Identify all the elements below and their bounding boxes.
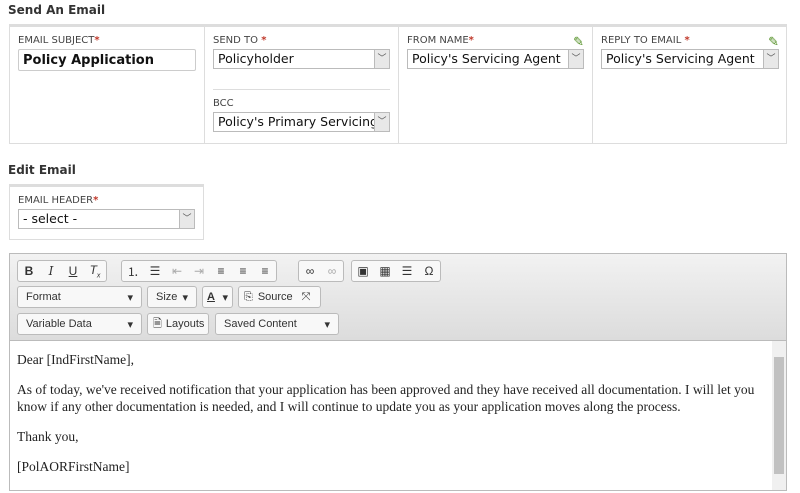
section-title: Edit Email <box>8 163 76 177</box>
layouts-label: Layouts <box>165 318 205 330</box>
required-mark: * <box>94 35 100 46</box>
email-body-editor[interactable]: Dear [IndFirstName], As of today, we've … <box>9 341 787 491</box>
subject-cell: EMAIL SUBJECT* Policy Application <box>10 27 205 143</box>
bcc-label: BCC <box>213 98 234 109</box>
format-dropdown[interactable]: Format ▾ <box>17 286 142 308</box>
underline-icon[interactable]: U <box>62 264 84 278</box>
body-paragraph: Thank you, <box>17 429 79 444</box>
indent-icon[interactable]: ⇥ <box>188 264 210 278</box>
bcc-select[interactable]: Policy's Primary Servicing Agent﹀ <box>213 112 390 132</box>
links-group: ∞ ∞ <box>298 260 344 282</box>
caret-down-icon: ▾ <box>182 291 188 304</box>
horizontal-line-icon[interactable]: ☰ <box>396 264 418 278</box>
email-header-label: EMAIL HEADER <box>18 195 94 206</box>
selected-value: Policyholder <box>218 51 294 66</box>
chevron-down-icon: ﹀ <box>763 50 778 68</box>
send-to-select[interactable]: Policyholder ﹀ <box>213 49 390 69</box>
reply-to-label: REPLY TO EMAIL <box>601 35 682 46</box>
body-paragraph: Dear [IndFirstName], <box>17 352 134 367</box>
chevron-down-icon: ﹀ <box>374 113 389 131</box>
format-label: Format <box>26 291 61 303</box>
basic-styles-group: B I U Tx <box>17 260 107 282</box>
saved-content-dropdown[interactable]: Saved Content ▾ <box>215 313 339 335</box>
selected-value: Policy's Primary Servicing Agent <box>218 114 389 129</box>
required-mark: * <box>468 35 474 46</box>
chevron-down-icon: ﹀ <box>374 50 389 68</box>
variable-data-label: Variable Data <box>26 318 92 330</box>
unlink-icon[interactable]: ∞ <box>321 264 343 278</box>
selected-value: Policy's Servicing Agent <box>606 51 755 66</box>
bold-icon[interactable]: B <box>18 264 40 278</box>
pencil-icon[interactable]: ✎ <box>573 35 584 50</box>
remove-format-icon[interactable]: Tx <box>84 263 106 279</box>
caret-down-icon: ▾ <box>324 318 330 331</box>
chevron-down-icon: ﹀ <box>568 50 583 68</box>
email-header-panel: EMAIL HEADER* - select - ﹀ <box>9 184 204 240</box>
editor-toolbar: B I U Tx ⒈ ☰ ⇤ ⇥ ≡ ≡ ≡ ∞ ∞ ▣ ▦ ☰ Ω Format ▾ Size ▾ A ▾ ⎘… <box>9 253 787 341</box>
outdent-icon[interactable]: ⇤ <box>166 264 188 278</box>
body-paragraph: [PolAORFirstName] <box>17 459 130 474</box>
email-subject-input[interactable]: Policy Application <box>18 49 196 71</box>
body-paragraph: As of today, we've received notification… <box>17 382 755 414</box>
text-color-icon: A <box>207 291 215 303</box>
variable-data-dropdown[interactable]: Variable Data ▾ <box>17 313 142 335</box>
pencil-icon[interactable]: ✎ <box>768 35 779 50</box>
required-mark: * <box>684 35 690 46</box>
image-icon[interactable]: ▣ <box>352 264 374 278</box>
required-mark: * <box>93 195 99 206</box>
paragraph-group: ⒈ ☰ ⇤ ⇥ ≡ ≡ ≡ <box>121 260 277 282</box>
special-char-icon[interactable]: Ω <box>418 264 440 278</box>
align-center-icon[interactable]: ≡ <box>232 264 254 278</box>
divider <box>213 89 390 90</box>
section-title: Send An Email <box>8 3 106 17</box>
align-left-icon[interactable]: ≡ <box>210 264 232 278</box>
source-icon[interactable]: ⎘ <box>244 291 253 304</box>
align-right-icon[interactable]: ≡ <box>254 264 276 278</box>
from-name-select[interactable]: Policy's Servicing Agent ﹀ <box>407 49 584 69</box>
caret-down-icon: ▾ <box>127 318 133 331</box>
reply-to-cell: REPLY TO EMAIL * ✎ Policy's Servicing Ag… <box>593 27 787 143</box>
numbered-list-icon[interactable]: ⒈ <box>122 263 144 280</box>
chevron-down-icon: ﹀ <box>179 210 194 228</box>
layouts-button[interactable]: 🗎 Layouts <box>147 313 209 335</box>
from-name-label: FROM NAME <box>407 35 469 46</box>
selected-value: Policy's Servicing Agent <box>412 51 561 66</box>
size-label: Size <box>156 291 178 303</box>
source-button[interactable]: Source <box>258 291 293 303</box>
size-dropdown[interactable]: Size ▾ <box>147 286 197 308</box>
send-email-panel: EMAIL SUBJECT* Policy Application SEND T… <box>9 24 787 144</box>
table-icon[interactable]: ▦ <box>374 264 396 278</box>
bulleted-list-icon[interactable]: ☰ <box>144 264 166 278</box>
reply-to-select[interactable]: Policy's Servicing Agent ﹀ <box>601 49 779 69</box>
italic-icon[interactable]: I <box>40 264 62 278</box>
email-header-select[interactable]: - select - ﹀ <box>18 209 195 229</box>
caret-down-icon: ▾ <box>222 291 228 304</box>
scrollbar[interactable] <box>772 341 786 490</box>
scrollbar-thumb[interactable] <box>774 357 784 474</box>
send-to-cell: SEND TO * Policyholder ﹀ BCC Policy's Pri… <box>205 27 399 143</box>
text-color-button[interactable]: A ▾ <box>202 286 233 308</box>
link-icon[interactable]: ∞ <box>299 264 321 278</box>
from-name-cell: FROM NAME* ✎ Policy's Servicing Agent ﹀ <box>399 27 593 143</box>
required-mark: * <box>261 35 267 46</box>
subject-label: EMAIL SUBJECT <box>18 35 95 46</box>
send-to-label: SEND TO <box>213 35 259 46</box>
insert-group: ▣ ▦ ☰ Ω <box>351 260 441 282</box>
document-icon: 🗎 <box>153 317 162 330</box>
saved-content-label: Saved Content <box>224 318 297 330</box>
maximize-icon[interactable]: ⤧ <box>302 291 311 304</box>
caret-down-icon: ▾ <box>127 291 133 304</box>
selected-value: - select - <box>23 211 78 226</box>
source-group: ⎘ Source ⤧ <box>238 286 321 308</box>
